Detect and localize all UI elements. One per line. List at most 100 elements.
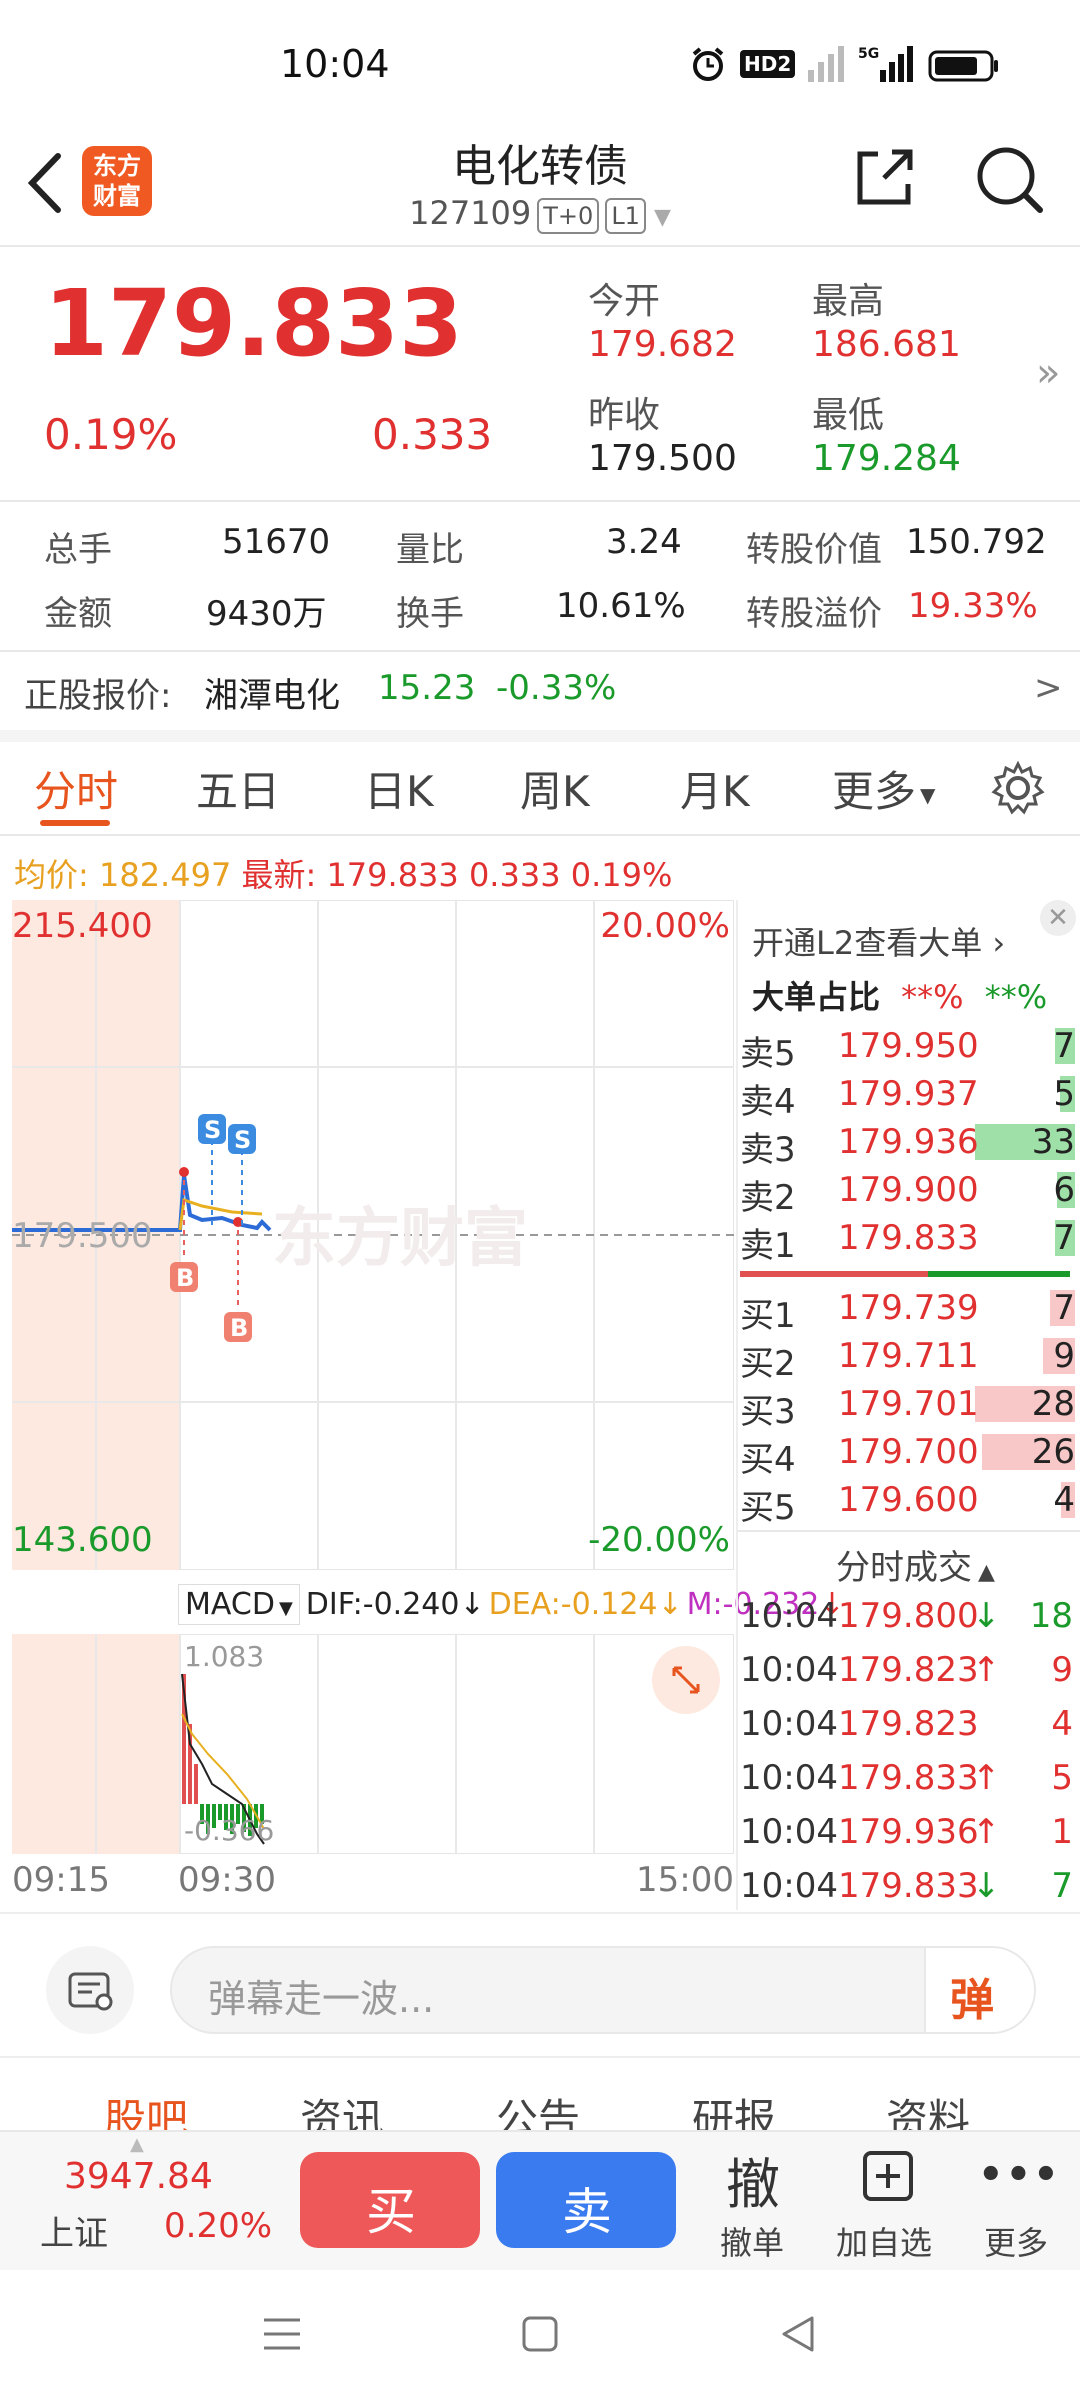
bid-ask-divider bbox=[740, 1271, 1070, 1277]
expand-chart-icon[interactable] bbox=[652, 1646, 720, 1714]
trades-title[interactable]: 分时成交 ▲ bbox=[836, 1540, 995, 1589]
trade-time: 10:04 bbox=[740, 1866, 838, 1906]
settings-gear-icon[interactable] bbox=[990, 760, 1046, 816]
macd-selector[interactable]: MACD ▼ bbox=[178, 1583, 300, 1625]
ask-row[interactable]: 卖4 179.937 5 bbox=[740, 1070, 1075, 1122]
close-icon[interactable]: ✕ bbox=[1040, 900, 1076, 936]
trade-row: 10:04 179.823 4 bbox=[740, 1698, 1075, 1752]
arrow-down-icon: ↓ bbox=[459, 1586, 485, 1622]
amount-label: 金额 bbox=[44, 594, 112, 634]
underlying-name: 湘潭电化 bbox=[204, 676, 340, 716]
low-label: 最低 bbox=[812, 395, 885, 436]
hd-badge: HD2 bbox=[740, 50, 796, 78]
chart-watermark: 东方财富 bbox=[272, 1202, 528, 1276]
tab-intraday[interactable]: 分时 bbox=[34, 758, 118, 819]
svg-text:S: S bbox=[204, 1116, 221, 1144]
tab-active-indicator bbox=[40, 820, 110, 826]
trade-row: 10:04 179.833 ↑ 5 bbox=[740, 1752, 1075, 1806]
last-value: 179.833 bbox=[326, 856, 459, 894]
expand-quote-icon[interactable]: » bbox=[1036, 350, 1060, 396]
tab-guba[interactable]: 股吧 bbox=[104, 2086, 188, 2130]
ask-volume: 5 bbox=[1053, 1074, 1075, 1114]
bid-row[interactable]: 买3 179.701 28 bbox=[740, 1380, 1075, 1432]
battery-icon bbox=[928, 50, 1000, 86]
danmu-placeholder: 弹幕走一波... bbox=[208, 1977, 435, 2021]
tab-profile[interactable]: 资料 bbox=[886, 2086, 970, 2130]
index-ticker[interactable]: ▲ 3947.84 上证 0.20% bbox=[30, 2134, 272, 2262]
tab-news[interactable]: 资讯 bbox=[300, 2086, 384, 2130]
buy-marker[interactable]: B bbox=[224, 1312, 252, 1342]
ask-row[interactable]: 卖3 179.936 33 bbox=[740, 1118, 1075, 1170]
danmu-send-button[interactable]: 弹 bbox=[924, 1948, 1034, 2032]
macd-chart[interactable]: 1.083 -0.366 bbox=[11, 1633, 735, 1855]
underlying-label: 正股报价: bbox=[24, 676, 172, 716]
trade-time: 10:04 bbox=[740, 1758, 838, 1798]
last-price: 179.833 bbox=[44, 270, 464, 377]
turnover-value: 10.61% bbox=[556, 586, 686, 626]
more-button[interactable]: ••• 更多 bbox=[966, 2140, 1066, 2264]
menu-icon[interactable] bbox=[262, 2314, 302, 2358]
tab-five-day[interactable]: 五日 bbox=[196, 758, 280, 819]
avg-value: 182.497 bbox=[98, 856, 232, 894]
volume-ratio-value: 3.24 bbox=[606, 522, 682, 562]
community-tabs: 股吧 资讯 公告 研报 资料 bbox=[0, 2060, 1080, 2130]
alarm-icon bbox=[690, 46, 726, 82]
sell-button[interactable]: 卖 bbox=[496, 2152, 676, 2248]
trade-volume: 7 bbox=[1051, 1866, 1073, 1906]
index-name: 上证 bbox=[40, 2214, 108, 2254]
bid-row[interactable]: 买4 179.700 26 bbox=[740, 1428, 1075, 1480]
bid-row[interactable]: 买2 179.711 9 bbox=[740, 1332, 1075, 1384]
security-code: 127109 bbox=[409, 194, 532, 232]
add-watchlist-button[interactable]: 加自选 bbox=[826, 2140, 946, 2264]
status-bar: 10:04 HD2 5G bbox=[0, 0, 1080, 130]
bid-row[interactable]: 买5 179.600 4 bbox=[740, 1476, 1075, 1528]
ask-level-label: 卖1 bbox=[740, 1226, 796, 1266]
last-pct: 0.19% bbox=[570, 856, 673, 894]
trade-row: 10:04 179.936 ↑ 1 bbox=[740, 1806, 1075, 1860]
arrow-down-icon: ↓ bbox=[657, 1586, 683, 1622]
buy-button[interactable]: 买 bbox=[300, 2152, 480, 2248]
underlying-price: 15.23 bbox=[378, 668, 476, 708]
index-value: 3947.84 bbox=[64, 2156, 213, 2197]
sell-marker[interactable]: S bbox=[198, 1114, 226, 1144]
prev-close-label: 昨收 bbox=[588, 395, 661, 436]
tab-daily-k[interactable]: 日K bbox=[364, 758, 434, 819]
bid-row[interactable]: 买1 179.739 7 bbox=[740, 1284, 1075, 1336]
ask-price: 179.900 bbox=[838, 1170, 979, 1210]
more-dots-icon: ••• bbox=[978, 2152, 1061, 2198]
sell-marker[interactable]: S bbox=[228, 1124, 256, 1154]
ask-level-label: 卖2 bbox=[740, 1178, 796, 1218]
amount-value: 9430万 bbox=[206, 594, 327, 634]
tab-research[interactable]: 研报 bbox=[692, 2086, 776, 2130]
y-axis-ref: 179.500 bbox=[12, 1216, 153, 1256]
tab-weekly-k[interactable]: 周K bbox=[520, 758, 590, 819]
svg-text:S: S bbox=[234, 1126, 251, 1154]
danmu-settings-icon[interactable] bbox=[46, 1946, 134, 2034]
ask-row[interactable]: 卖5 179.950 7 bbox=[740, 1022, 1075, 1074]
underlying-stock-row[interactable]: 正股报价: 湘潭电化 15.23 -0.33% > bbox=[0, 652, 1080, 728]
ask-row[interactable]: 卖2 179.900 6 bbox=[740, 1166, 1075, 1218]
tab-more[interactable]: 更多 ▼ bbox=[832, 758, 935, 819]
intraday-chart[interactable]: 东方财富 S S B B 215.400 179.500 143.600 20.… bbox=[11, 899, 735, 1571]
volume-ratio-label: 量比 bbox=[396, 530, 464, 570]
cancel-order-button[interactable]: 撤 撤单 bbox=[710, 2140, 800, 2264]
buy-marker[interactable]: B bbox=[170, 1262, 198, 1292]
search-icon[interactable] bbox=[970, 140, 1050, 220]
bid-level-label: 买2 bbox=[740, 1344, 796, 1384]
cancel-icon: 撤 bbox=[726, 2153, 780, 2216]
back-nav-icon[interactable] bbox=[778, 2314, 818, 2358]
bid-volume: 28 bbox=[1031, 1384, 1075, 1424]
bid-volume: 9 bbox=[1053, 1336, 1075, 1376]
ask-row[interactable]: 卖1 179.833 7 bbox=[740, 1214, 1075, 1266]
danmu-input[interactable]: 弹幕走一波... 弹 bbox=[170, 1946, 1036, 2034]
chevron-right-icon: › bbox=[982, 924, 1006, 962]
ask-level-label: 卖5 bbox=[740, 1034, 796, 1074]
tab-monthly-k[interactable]: 月K bbox=[680, 758, 750, 819]
trade-direction-icon: ↓ bbox=[972, 1866, 1001, 1906]
trade-time: 10:04 bbox=[740, 1650, 838, 1690]
share-icon[interactable] bbox=[850, 142, 920, 212]
l2-promo-link[interactable]: 开通L2查看大单 › bbox=[752, 918, 1005, 964]
y-axis-top: 215.400 bbox=[12, 906, 153, 946]
tab-announcements[interactable]: 公告 bbox=[496, 2086, 580, 2130]
home-icon[interactable] bbox=[520, 2314, 560, 2358]
